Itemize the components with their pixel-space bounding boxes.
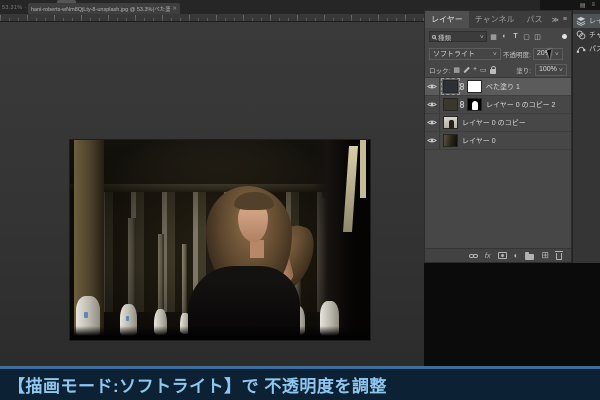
layer-row-copy2[interactable]: レイヤー 0 のコピー 2 (425, 96, 571, 114)
canvas-pasteboard[interactable] (0, 22, 424, 366)
panel-dock: レイヤー チャンネル パス (572, 10, 600, 263)
layer-filter-row: 種類 ∨ ▦ ◐ T ▢ ◫ (425, 28, 571, 45)
canvas-photo[interactable] (70, 140, 370, 340)
fill-layer-thumbnail[interactable] (443, 80, 458, 93)
visibility-toggle[interactable] (425, 78, 440, 95)
layer-name[interactable]: レイヤー 0 のコピー (462, 118, 526, 128)
lock-row: ロック: ▦ + ▭ 塗り: 100% ∨ (425, 62, 571, 77)
fill-select[interactable]: 100% ∨ (535, 64, 567, 76)
layer-thumbnail[interactable] (443, 116, 458, 129)
lock-label: ロック: (429, 65, 450, 75)
new-group-icon[interactable] (525, 254, 534, 260)
layer-name[interactable]: レイヤー 0 (462, 136, 496, 146)
lock-all-icon[interactable] (490, 69, 496, 74)
workspace-grid-icon[interactable]: ▤ (580, 2, 586, 9)
filter-shape-icon[interactable]: ▢ (522, 33, 531, 41)
lock-transparency-icon[interactable]: ▦ (453, 66, 460, 74)
channels-icon (576, 30, 586, 40)
lock-paint-icon[interactable] (463, 66, 469, 72)
chevron-down-icon: ∨ (480, 34, 485, 40)
document-tab-title: hani-roberts-wNm8QjLty-8-unsplash.jpg @ … (31, 5, 170, 13)
eye-icon (427, 119, 437, 126)
layer-mask-thumbnail[interactable] (467, 80, 482, 93)
blend-mode-value: ソフトライト (433, 49, 491, 59)
tab-paths[interactable]: パス (521, 11, 549, 28)
close-tab-icon[interactable]: ✕ (172, 6, 177, 12)
photo-paint-mark (84, 312, 88, 318)
fill-label: 塗り: (516, 65, 531, 75)
dock-item-layers[interactable]: レイヤー (573, 14, 600, 28)
photo-hair-fringe (234, 192, 274, 210)
dock-item-channels[interactable]: チャンネル (573, 28, 600, 42)
chevron-down-icon: ∨ (559, 67, 564, 73)
blend-mode-row: ソフトライト ∨ 不透明度: 20% ∨ (425, 45, 571, 62)
delete-layer-icon[interactable] (556, 253, 562, 260)
photo-paint-mark (126, 316, 129, 321)
search-icon (432, 35, 436, 39)
mask-link-icon[interactable] (460, 83, 464, 90)
dock-item-paths[interactable]: パス (573, 42, 600, 56)
layer-name[interactable]: レイヤー 0 のコピー 2 (486, 100, 555, 110)
visibility-toggle[interactable] (425, 96, 440, 113)
document-tab[interactable]: hani-roberts-wNm8QjLty-8-unsplash.jpg @ … (28, 3, 180, 14)
filter-toggle-icon[interactable] (562, 34, 567, 39)
layer-thumbnail[interactable] (443, 98, 458, 111)
layer-row-layer0[interactable]: レイヤー 0 (425, 132, 571, 150)
top-right-corner: ▤ ≡ (540, 0, 600, 10)
dock-item-label: パス (589, 44, 600, 54)
blend-mode-select[interactable]: ソフトライト ∨ (429, 48, 501, 60)
filter-adjustment-icon[interactable]: ◐ (500, 33, 509, 40)
filter-smartobject-icon[interactable]: ◫ (533, 33, 542, 41)
fill-value: 100% (539, 66, 557, 73)
filter-kind-label: 種類 (438, 32, 478, 42)
filter-pixel-icon[interactable]: ▦ (489, 33, 498, 41)
photo-floor-shadow (70, 326, 370, 340)
layers-icon (576, 16, 586, 26)
layers-panel: レイヤー チャンネル パス ≫ ≡ 種類 ∨ ▦ ◐ T ▢ ◫ ソフトライ (424, 10, 572, 263)
adjustment-layer-icon[interactable]: ◐ (514, 252, 519, 260)
layer-filter-search[interactable]: 種類 ∨ (429, 31, 487, 42)
layer-list: べた塗り 1 レイヤー 0 のコピー 2 レイヤー 0 のコピー (425, 77, 571, 248)
lock-artboard-icon[interactable]: ▭ (480, 66, 487, 74)
caption-bar: 【描画モード:ソフトライト】で 不透明度を調整 (0, 366, 600, 400)
layer-style-icon[interactable]: fx (485, 251, 491, 260)
lock-position-icon[interactable]: + (473, 66, 477, 73)
photoshop-window: 53.31% · W×H hani-roberts-wNm8QjLty-8-un… (0, 0, 600, 400)
tab-layers[interactable]: レイヤー (425, 11, 469, 28)
visibility-toggle[interactable] (425, 114, 440, 131)
layers-panel-footer: fx ◐ ⊞ (425, 248, 571, 262)
filter-type-icon[interactable]: T (511, 33, 520, 40)
panel-menu-icon[interactable]: ≡ (563, 16, 567, 23)
link-layers-icon[interactable] (469, 254, 478, 258)
chevron-down-icon: ∨ (493, 51, 498, 57)
add-mask-icon[interactable] (498, 252, 507, 259)
photo-neck (250, 240, 264, 258)
dock-item-label: レイヤー (589, 16, 600, 26)
new-layer-icon[interactable]: ⊞ (541, 251, 549, 260)
paths-icon (576, 44, 586, 54)
collapse-panel-icon[interactable]: ≫ (552, 16, 559, 24)
caption-text: 【描画モード:ソフトライト】で 不透明度を調整 (8, 372, 387, 397)
opacity-label: 不透明度: (503, 49, 531, 59)
tab-channels[interactable]: チャンネル (469, 11, 521, 28)
layer-name[interactable]: べた塗り 1 (486, 82, 520, 92)
workspace-menu-icon[interactable]: ≡ (591, 2, 595, 8)
layer-row-solid-fill[interactable]: べた塗り 1 (425, 78, 571, 96)
eye-icon (427, 101, 437, 108)
layer-thumbnail[interactable] (443, 134, 458, 147)
photo-light-slit (360, 140, 366, 198)
mask-link-icon[interactable] (460, 101, 464, 108)
layer-row-copy[interactable]: レイヤー 0 のコピー (425, 114, 571, 132)
bottom-right-backdrop (424, 263, 600, 366)
horizontal-ruler[interactable] (0, 14, 424, 22)
visibility-toggle[interactable] (425, 132, 440, 149)
eye-icon (427, 83, 437, 90)
layer-mask-thumbnail[interactable] (467, 98, 482, 111)
panel-tab-bar: レイヤー チャンネル パス ≫ ≡ (425, 11, 571, 28)
eye-icon (427, 137, 437, 144)
dock-item-label: チャンネル (589, 30, 600, 40)
